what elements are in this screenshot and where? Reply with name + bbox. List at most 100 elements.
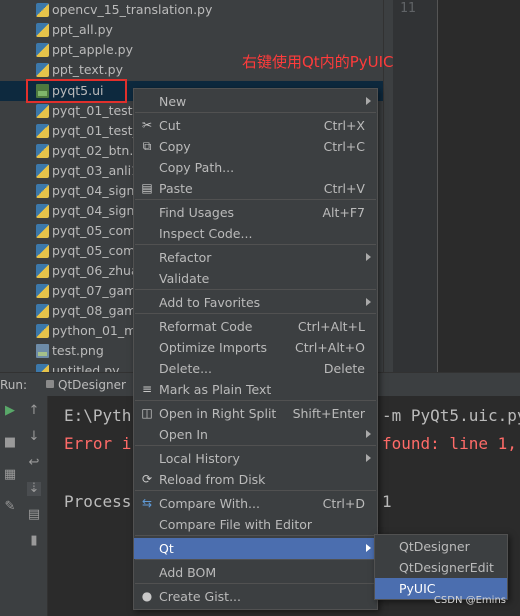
tree-item[interactable]: ppt_all.py [0,20,383,40]
print-icon[interactable]: ▤ [27,508,41,522]
menu-item-copy-path[interactable]: Copy Path... [134,157,377,178]
menu-item-reload-from-disk[interactable]: ⟳ Reload from Disk [134,469,377,490]
python-file-icon [36,224,49,238]
submenu-arrow-icon [366,454,371,462]
menu-item-refactor[interactable]: Refactor [134,247,377,268]
run-toolbar-secondary: ↑ ↓ ↩ ⇣ ▤ ▮ [20,396,48,616]
menu-item-label: Local History [159,451,240,466]
stop-icon[interactable]: ■ [3,436,17,450]
up-arrow-icon[interactable]: ↑ [27,404,41,418]
menu-item-add-to-favorites[interactable]: Add to Favorites [134,292,377,313]
menu-item-label: Open in Right Split [159,406,277,421]
menu-item-copy[interactable]: ⧉ Copy Ctrl+C [134,136,377,157]
menu-item-label: Create Gist... [159,589,242,604]
console-line-tail: found: line 1, [382,434,517,453]
menu-item-cut[interactable]: ✂ Cut Ctrl+X [134,115,377,136]
editor-gutter: 11 [393,0,438,372]
menu-item-paste[interactable]: ▤ Paste Ctrl+V [134,178,377,199]
python-file-icon [36,284,49,298]
menu-separator [135,445,376,446]
menu-item-label: Reload from Disk [159,472,266,487]
menu-item-validate[interactable]: Validate [134,268,377,289]
image-file-icon [36,344,49,358]
python-file-icon [36,184,49,198]
menu-item-label: Compare With... [159,496,260,511]
menu-separator [135,583,376,584]
down-arrow-icon[interactable]: ↓ [27,430,41,444]
menu-item-local-history[interactable]: Local History [134,448,377,469]
tree-item-label: ppt_text.py [52,62,123,77]
run-tab[interactable]: QtDesigner [58,378,126,392]
trash-icon[interactable]: ▮ [27,534,41,548]
menu-item-label: Copy [159,139,191,154]
menu-item-mark-as-plain-text[interactable]: ≡ Mark as Plain Text [134,379,377,400]
python-file-icon [36,43,49,57]
menu-item-open-in-right-split[interactable]: ◫ Open in Right Split Shift+Enter [134,403,377,424]
menu-item-shortcut: Ctrl+Alt+O [295,340,365,355]
menu-item-shortcut: Ctrl+Alt+L [297,319,365,334]
tree-item-label: pyqt_04_signa [52,203,143,218]
menu-item-shortcut: Shift+Enter [292,406,365,421]
menu-item-inspect-code[interactable]: Inspect Code... [134,223,377,244]
menu-item-label: Validate [159,271,210,286]
menu-item-delete[interactable]: Delete... Delete [134,358,377,379]
menu-item-compare-file-with-editor[interactable]: Compare File with Editor [134,514,377,535]
python-file-icon [36,104,49,118]
menu-item-find-usages[interactable]: Find Usages Alt+F7 [134,202,377,223]
menu-item-open-in[interactable]: Open In [134,424,377,445]
compare-icon: ⇆ [141,496,153,510]
menu-item-compare-with[interactable]: ⇆ Compare With... Ctrl+D [134,493,377,514]
tree-item-label: pyqt_08_game [52,303,145,318]
python-file-icon [36,164,49,178]
menu-item-label: Mark as Plain Text [159,382,272,397]
highlight-box [26,79,127,103]
menu-separator [135,559,376,560]
menu-item-label: Add to Favorites [159,295,261,310]
pin-icon[interactable]: ✎ [3,500,17,514]
python-file-icon [36,364,49,372]
menu-item-optimize-imports[interactable]: Optimize Imports Ctrl+Alt+O [134,337,377,358]
qt-submenu-item-label: QtDesigner [399,539,470,554]
menu-item-add-bom[interactable]: Add BOM [134,562,377,583]
qt-submenu-item-label: PyUIC [399,581,436,596]
menu-item-new[interactable]: New [134,91,377,112]
paste-icon: ▤ [141,181,153,195]
python-file-icon [36,264,49,278]
python-file-icon [36,304,49,318]
copy-icon: ⧉ [142,139,152,153]
line-number: 11 [400,1,416,16]
menu-separator [135,490,376,491]
tree-item-label: pyqt_07_game [52,283,145,298]
split-icon: ◫ [141,406,153,420]
tree-item-label: opencv_15_translation.py [52,2,213,17]
qt-submenu-item-qtdesigner[interactable]: QtDesigner [375,536,507,557]
plain-text-icon: ≡ [141,382,153,396]
qt-submenu-item-qtdesigneredit[interactable]: QtDesignerEdit [375,557,507,578]
menu-separator [135,313,376,314]
rerun-icon[interactable]: ▶ [3,404,17,418]
console-line: E:\Pyth [64,406,132,425]
layout-icon[interactable]: ▦ [3,468,17,482]
qt-submenu: QtDesigner QtDesignerEdit PyUIC [374,534,508,600]
console-line-tail: -m PyQt5.uic.py [382,406,520,425]
menu-item-create-gist[interactable]: ● Create Gist... [134,586,377,607]
submenu-arrow-icon [366,298,371,306]
menu-item-label: Delete... [159,361,212,376]
tree-item-label: python_01_mo [52,323,144,338]
console-line: Error i [64,434,132,453]
scissors-icon: ✂ [141,118,153,132]
editor-area[interactable]: 11 [393,0,520,372]
menu-item-label: Find Usages [159,205,235,220]
menu-item-shortcut: Ctrl+V [323,181,365,196]
menu-item-label: Compare File with Editor [159,517,313,532]
soft-wrap-icon[interactable]: ↩ [27,456,41,470]
menu-separator [135,535,376,536]
scroll-to-end-icon[interactable]: ⇣ [27,482,41,496]
menu-item-qt[interactable]: Qt [134,538,377,559]
menu-separator [135,112,376,113]
tree-item[interactable]: opencv_15_translation.py [0,0,383,20]
tree-item-label: pyqt_04_signa [52,183,143,198]
menu-item-label: Optimize Imports [159,340,268,355]
menu-item-label: Paste [159,181,193,196]
menu-item-reformat-code[interactable]: Reformat Code Ctrl+Alt+L [134,316,377,337]
